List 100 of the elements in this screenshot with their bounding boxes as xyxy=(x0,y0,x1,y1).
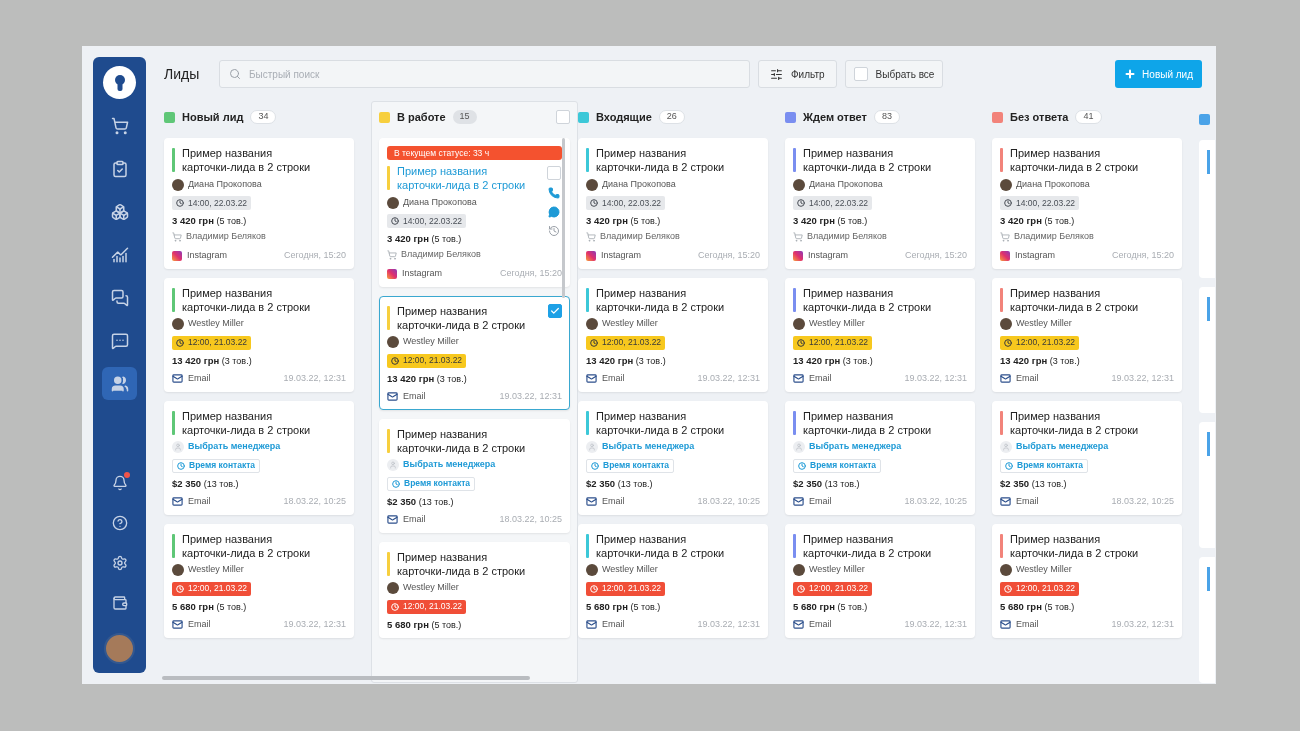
amount-text: $2 350 (13 тов.) xyxy=(586,477,654,490)
column-title: Новый лид xyxy=(182,109,244,125)
checkbox[interactable] xyxy=(547,166,561,180)
amount-text: 13 420 грн (3 тов.) xyxy=(172,354,253,367)
search-field[interactable]: Быстрый поиск xyxy=(219,60,750,88)
count-badge: 15 xyxy=(452,110,477,124)
source-label: Email xyxy=(809,494,832,508)
card-title[interactable]: Пример названия карточки-лида в 2 строки xyxy=(397,549,547,578)
lead-card[interactable]: Пример названия карточки-лида в 2 строки Westley Miller 12:00, 21.03.22 13 420 грн (3 тов.) Email 19.03.22, 12:31 xyxy=(379,295,570,410)
manager-name: Westley Miller xyxy=(1016,317,1072,331)
lead-card[interactable]: Пример названия карточки-лида в 2 строки Westley Miller 12:00, 21.03.22 5 680 грн (5 тов.) Email 19.03.22, 12:31 xyxy=(785,523,975,638)
card-title[interactable]: Пример названия карточки-лида в 2 строки xyxy=(182,146,332,174)
logo-icon[interactable] xyxy=(103,66,136,99)
lead-card[interactable]: Пример названия карточки-лида в 2 строки Westley Miller 12:00, 21.03.22 5 680 грн (5 тов.) xyxy=(379,541,570,638)
card-date: 19.03.22, 12:31 xyxy=(697,371,760,385)
column-title: Входящие xyxy=(596,109,652,125)
amount-text: $2 350 (13 тов.) xyxy=(1000,477,1068,490)
card-title[interactable]: Пример названия карточки-лида в 2 строки xyxy=(1010,408,1160,437)
avatar-placeholder-icon xyxy=(387,459,399,471)
time-badge: 12:00, 21.03.22 xyxy=(586,581,666,596)
amount-text: 3 420 грн (5 тов.) xyxy=(387,233,463,245)
card-title[interactable]: Пример названия карточки-лида в 2 строки xyxy=(397,303,547,332)
lead-card[interactable]: Пример названия карточки-лида в 2 строки Westley Miller 12:00, 21.03.22 13 420 грн (3 тов.) Email 19.03.22, 12:31 xyxy=(785,277,975,392)
amount-text: 5 680 грн (5 тов.) xyxy=(387,618,463,631)
card-title[interactable]: Пример названия карточки-лида в 2 строки xyxy=(397,426,547,455)
avatar-placeholder-icon xyxy=(1000,441,1012,453)
card-title[interactable]: Пример названия карточки-лида в 2 строки xyxy=(182,285,332,314)
card-title[interactable]: Пример названия карточки-лида в 2 строки xyxy=(803,146,953,174)
time-badge: 14:00, 22.03.22 xyxy=(387,214,467,228)
clock-icon xyxy=(590,199,598,207)
horizontal-scrollbar[interactable] xyxy=(162,676,530,680)
time-badge: 14:00, 22.03.22 xyxy=(1000,196,1080,210)
card-title[interactable]: Пример названия карточки-лида в 2 строки xyxy=(803,531,953,560)
avatar xyxy=(793,318,805,330)
card-date: 19.03.22, 12:31 xyxy=(283,617,346,631)
instagram-icon xyxy=(586,250,596,261)
card-title[interactable]: Пример названия карточки-лида в 2 строки xyxy=(596,285,746,314)
lead-card[interactable]: Пример названия карточки-лида в 2 строки Westley Miller 12:00, 21.03.22 5 680 грн (5 тов.) Email 19.03.22, 12:31 xyxy=(164,523,354,638)
card-title[interactable]: Пример названия карточки-лида в 2 строки xyxy=(596,146,746,174)
lead-card[interactable]: Пример названия карточки-лида в 2 строки Westley Miller 12:00, 21.03.22 5 680 грн (5 тов.) Email 19.03.22, 12:31 xyxy=(578,523,768,638)
card-title[interactable]: Пример названия карточки-лида в 2 строки xyxy=(182,408,332,437)
source-label: Email xyxy=(403,389,426,403)
lead-card[interactable]: Пример названия карточки-лида в 2 строки Выбрать менеджера Время контакта $2 350 (13 тов.) Email 18.03.22, 10:25 xyxy=(379,418,570,533)
lead-card[interactable]: Пример названия карточки-лида в 2 строки Диана Прокопова 14:00, 22.03.22 3 420 грн (5 тов.) Владимир Беляков Instagram Сегодня, 15:20 xyxy=(992,138,1182,269)
card-title[interactable]: Пример названия карточки-лида в 2 строки xyxy=(182,531,332,560)
clock-icon xyxy=(1005,461,1013,470)
checkbox[interactable] xyxy=(548,303,562,318)
card-title[interactable]: Пример названия карточки-лида в 2 строки xyxy=(803,285,953,314)
users-icon[interactable] xyxy=(102,367,137,400)
status-stripe xyxy=(586,287,589,312)
time-badge: 12:00, 21.03.22 xyxy=(793,335,873,350)
amount-text: 13 420 грн (3 тов.) xyxy=(1000,354,1081,367)
card-title[interactable]: Пример названия карточки-лида в 2 строки xyxy=(1010,531,1160,560)
column-title: Без ответа xyxy=(1010,109,1069,125)
mail-icon xyxy=(387,391,398,402)
lead-card[interactable]: Пример названия карточки-лида в 2 строки Westley Miller 12:00, 21.03.22 13 420 грн (3 тов.) Email 19.03.22, 12:31 xyxy=(164,277,354,392)
card-title[interactable]: Пример названия карточки-лида в 2 строки xyxy=(596,408,746,437)
select-all-button[interactable]: Выбрать все xyxy=(844,60,944,88)
lead-card[interactable]: Пример названия карточки-лида в 2 строки Диана Прокопова 14:00, 22.03.22 3 420 грн (5 тов.) Владимир Беляков Instagram Сегодня, 15:20 xyxy=(785,138,975,269)
mail-icon xyxy=(172,619,183,630)
amount-text: 5 680 грн (5 тов.) xyxy=(172,600,248,613)
clock-icon xyxy=(797,199,805,207)
cart-icon xyxy=(1000,231,1010,242)
lead-card[interactable]: Пример названия карточки-лида в 2 строки Выбрать менеджера Время контакта $2 350 (13 тов.) Email 18.03.22, 10:25 xyxy=(785,400,975,515)
checkbox[interactable] xyxy=(556,110,570,124)
mail-icon xyxy=(586,496,597,507)
card-date: Сегодня, 15:20 xyxy=(905,248,967,262)
avatar xyxy=(586,318,598,330)
filter-button[interactable]: Фильтр xyxy=(758,60,837,88)
lead-card[interactable]: Пример названия карточки-лида в 2 строки Выбрать менеджера Время контакта $2 350 (13 тов.) Email 18.03.22, 10:25 xyxy=(992,400,1182,515)
lead-card[interactable]: Пример названия карточки-лида в 2 строки Westley Miller 12:00, 21.03.22 13 420 грн (3 тов.) Email 19.03.22, 12:31 xyxy=(992,277,1182,392)
manager-name: Westley Miller xyxy=(188,563,244,577)
card-title[interactable]: Пример названия карточки-лида в 2 строки xyxy=(596,531,746,560)
source-label: Email xyxy=(602,617,625,631)
lead-card[interactable]: Пример названия карточки-лида в 2 строки Westley Miller 12:00, 21.03.22 5 680 грн (5 тов.) Email 19.03.22, 12:31 xyxy=(992,523,1182,638)
card-title[interactable]: Пример названия карточки-лида в 2 строки xyxy=(1010,146,1160,174)
lead-card[interactable]: Пример названия карточки-лида в 2 строки Выбрать менеджера Время контакта $2 350 (13 тов.) Email 18.03.22, 10:25 xyxy=(578,400,768,515)
card-date: Сегодня, 15:20 xyxy=(500,266,562,280)
lead-card[interactable]: Пример названия карточки-лида в 2 строки Выбрать менеджера Время контакта $2 350 (13 тов.) Email 18.03.22, 10:25 xyxy=(164,400,354,515)
buyer-name: Владимир Беляков xyxy=(401,248,481,261)
card-title[interactable]: Пример названия карточки-лида в 2 строки xyxy=(1010,285,1160,314)
lead-card[interactable]: Пример названия карточки-лида в 2 строки Диана Прокопова 14:00, 22.03.22 3 420 грн (5 тов.) Владимир Беляков Instagram Сегодня, 15:20 xyxy=(164,138,354,269)
message-icon[interactable] xyxy=(548,206,560,218)
source-label: Email xyxy=(602,371,625,385)
card-date: Сегодня, 15:20 xyxy=(1112,248,1174,262)
checkbox[interactable] xyxy=(853,67,868,81)
status-stripe xyxy=(387,166,390,190)
lead-card[interactable]: Пример названия карточки-лида в 2 строки Westley Miller 12:00, 21.03.22 13 420 грн (3 тов.) Email 19.03.22, 12:31 xyxy=(578,277,768,392)
status-stripe xyxy=(793,287,796,312)
count-badge: 83 xyxy=(873,110,900,124)
lead-card[interactable]: Пример названия карточки-лида в 2 строки Диана Прокопова 14:00, 22.03.22 3 420 грн (5 тов.) Владимир Беляков Instagram Сегодня, 15:20 xyxy=(578,138,768,269)
source-label: Email xyxy=(188,617,211,631)
card-title[interactable]: Пример названия карточки-лида в 2 строки xyxy=(803,408,953,437)
lead-card[interactable]: В текущем статусе: 33 ч Пример названия карточки-лида в 2 строки Диана Прокопова 14:00, 22.03.22 3 420 грн (5 тов.) Владимир Беляков Instagram Сегодня, 15:20 xyxy=(379,138,570,287)
vertical-scrollbar[interactable] xyxy=(562,138,565,298)
amount-text: 13 420 грн (3 тов.) xyxy=(793,354,874,367)
buyer-name: Владимир Беляков xyxy=(807,230,887,243)
time-badge: 12:00, 21.03.22 xyxy=(387,599,467,614)
time-badge: 14:00, 22.03.22 xyxy=(172,196,252,210)
phone-icon[interactable] xyxy=(548,187,560,199)
